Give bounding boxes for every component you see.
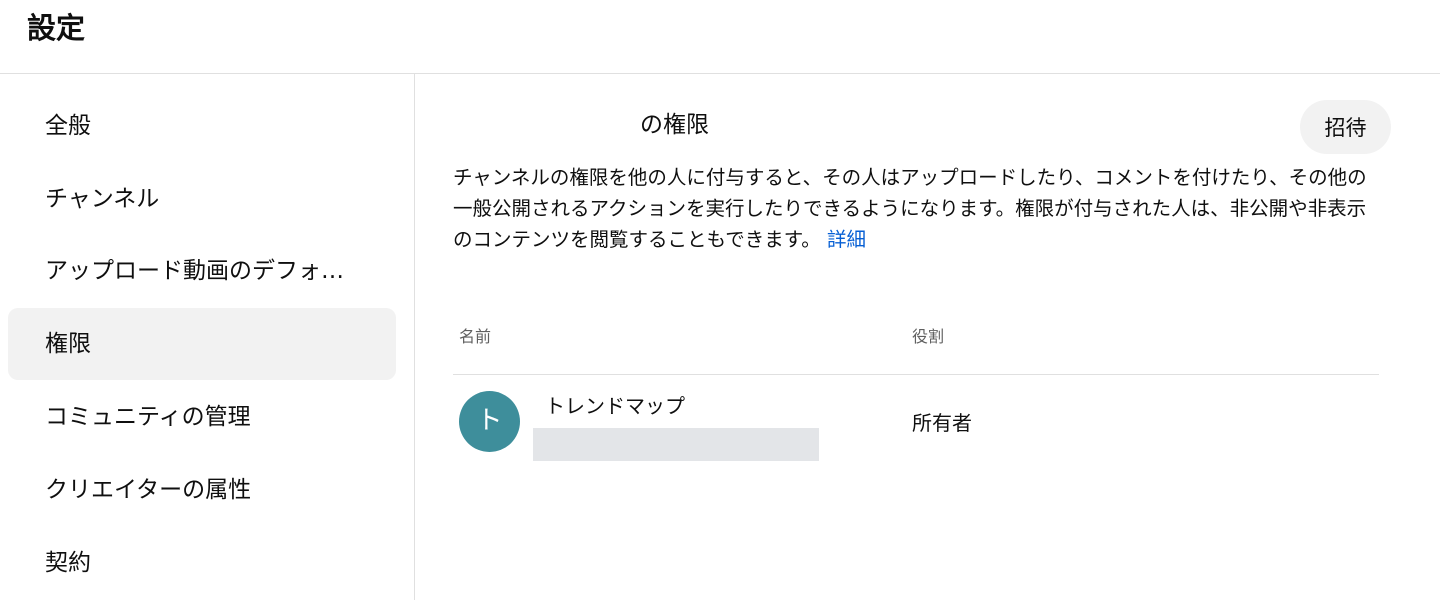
sidebar-item-permissions[interactable]: 権限 <box>8 308 396 380</box>
sidebar-item-creator-attribution[interactable]: クリエイターの属性 <box>8 454 396 526</box>
details-link[interactable]: 詳細 <box>827 228 866 251</box>
sidebar-item-general[interactable]: 全般 <box>8 90 396 162</box>
sidebar-item-community[interactable]: コミュニティの管理 <box>8 381 396 453</box>
sidebar-item-channel[interactable]: チャンネル <box>8 163 396 235</box>
page-title: 設定 <box>27 11 86 45</box>
header: 設定 <box>0 0 1440 74</box>
description-text: チャンネルの権限を他の人に付与すると、その人はアップロードしたり、コメントを付け… <box>453 166 1367 251</box>
sidebar: 全般 チャンネル アップロード動画のデフォルト設定 権限 コミュニティの管理 ク… <box>0 74 415 600</box>
invite-button[interactable]: 招待 <box>1300 100 1391 154</box>
column-header-name[interactable]: 名前 <box>459 326 491 348</box>
column-header-role[interactable]: 役割 <box>912 326 944 348</box>
member-role: 所有者 <box>912 411 972 435</box>
member-name: トレンドマップ <box>545 394 685 418</box>
permissions-description: チャンネルの権限を他の人に付与すると、その人はアップロードしたり、コメントを付け… <box>453 162 1373 255</box>
section-title: の権限 <box>640 112 709 138</box>
sidebar-item-agreements[interactable]: 契約 <box>8 527 396 599</box>
avatar: ト <box>459 391 520 452</box>
sidebar-item-upload-defaults[interactable]: アップロード動画のデフォルト設定 <box>8 235 396 307</box>
redacted-email <box>533 428 819 461</box>
main-content: の権限 招待 チャンネルの権限を他の人に付与すると、その人はアップロードしたり、… <box>416 74 1440 600</box>
table-row: ト トレンドマップ 所有者 <box>453 375 1379 475</box>
